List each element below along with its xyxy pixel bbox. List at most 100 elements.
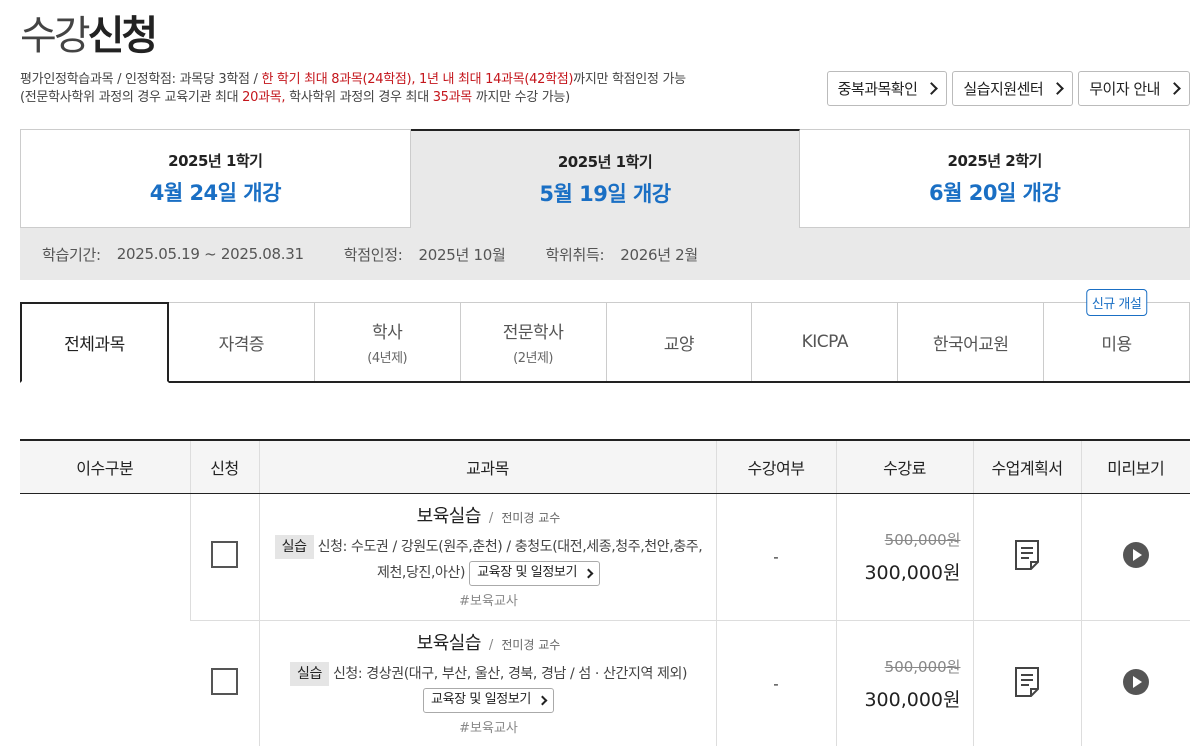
- page-title-bold: 신청: [87, 13, 159, 59]
- period-value: 2025.05.19 ~ 2025.08.31: [116, 245, 304, 263]
- tab-label: 학사: [372, 323, 403, 343]
- professor-name: 전미경 교수: [501, 511, 561, 525]
- course-desc-text: 신청: 경상권(대구, 부산, 울산, 경북, 경남 / 섬 · 산간지역 제외…: [332, 666, 688, 682]
- col-header-preview: 미리보기: [1080, 439, 1190, 494]
- chevron-right-icon: [583, 568, 594, 578]
- tab-liberal-arts[interactable]: 교양: [606, 302, 753, 381]
- category-tabs: 전체과목 자격증 학사 (4년제) 전문학사 (2년제) 교양 KICPA 한국어교…: [20, 289, 1190, 383]
- semester-tab-active[interactable]: 2025년 1학기 5월 19일 개강: [410, 129, 801, 228]
- table-row: 보육실습 / 전미경 교수 실습 신청: 수도권 / 강원도(원주,춘천) / 충청도…: [20, 493, 1190, 621]
- credit-notice: 평가인정학습과목 / 인정학점: 과목당 3학점 / 한 학기 최대 8과목(2…: [20, 71, 686, 107]
- semester-tab[interactable]: 2025년 2학기 6월 20일 개강: [800, 129, 1191, 228]
- tab-sublabel: (2년제): [513, 351, 553, 366]
- preview-cell: [1080, 493, 1190, 621]
- schedule-label: 교육장 및 일정보기: [477, 565, 578, 580]
- syllabus-document-icon[interactable]: [1013, 539, 1041, 575]
- col-header-syllabus: 수업계획서: [972, 439, 1081, 494]
- course-type-cell: [20, 493, 190, 746]
- button-label: 무이자 안내: [1089, 80, 1160, 98]
- sale-price: 300,000원: [864, 688, 961, 711]
- tab-all-courses[interactable]: 전체과목: [20, 302, 169, 383]
- tab-label: 미용: [1101, 334, 1132, 355]
- practice-center-button[interactable]: 실습지원센터: [952, 71, 1074, 106]
- fee-cell: 500,000원 300,000원: [835, 620, 973, 746]
- chevron-right-icon: [1051, 82, 1065, 95]
- semester-year: 2025년 2학기: [947, 152, 1043, 170]
- semester-year: 2025년 1학기: [557, 153, 653, 171]
- notice-highlight: 한 학기 최대 8과목(24학점), 1년 내 최대 14과목(42학점): [261, 72, 574, 87]
- tab-korean-teacher[interactable]: 한국어교원: [898, 302, 1045, 381]
- course-name: 보육실습: [416, 506, 482, 527]
- semester-open-date: 5월 19일 개강: [539, 182, 671, 206]
- tab-certificate[interactable]: 자격증: [168, 302, 315, 381]
- play-preview-icon[interactable]: [1122, 668, 1150, 700]
- original-price: 500,000원: [884, 530, 961, 549]
- col-header-status: 수강여부: [715, 439, 836, 494]
- table-row: 보육실습 / 전미경 교수 실습 신청: 경상권(대구, 부산, 울산, 경북, 경남…: [20, 620, 1190, 746]
- course-hashtag: #보육교사: [459, 721, 518, 736]
- interest-free-button[interactable]: 무이자 안내: [1078, 71, 1190, 106]
- apply-checkbox[interactable]: [211, 541, 238, 568]
- chevron-right-icon: [537, 695, 548, 705]
- new-badge: 신규 개설: [1085, 289, 1148, 316]
- duplicate-check-button[interactable]: 중복과목확인: [826, 71, 948, 106]
- button-label: 중복과목확인: [837, 80, 918, 98]
- notice-text: 평가인정학습과목 / 인정학점: 과목당 3학점 /: [20, 72, 262, 87]
- tab-label: 자격증: [218, 334, 265, 355]
- col-header-type: 이수구분: [20, 439, 190, 494]
- syllabus-cell: [972, 620, 1081, 746]
- status-cell: -: [715, 620, 836, 746]
- semester-open-date: 6월 20일 개강: [929, 181, 1061, 205]
- tab-kicpa[interactable]: KICPA: [752, 302, 899, 381]
- degree-value: 2026년 2월: [620, 245, 698, 264]
- notice-text: 까지만 학점인정 가능: [573, 72, 686, 87]
- course-name: 보육실습: [416, 633, 482, 654]
- degree-label: 학위취득:: [545, 245, 605, 264]
- period-label: 학습기간:: [42, 245, 101, 264]
- schedule-button[interactable]: 교육장 및 일정보기: [423, 687, 554, 713]
- notice-text: (전문학사학위 과정의 경우 교육기관 최대: [20, 90, 243, 105]
- syllabus-document-icon[interactable]: [1013, 666, 1041, 702]
- chevron-right-icon: [1168, 82, 1181, 95]
- tab-beauty[interactable]: 신규 개설미용: [1044, 289, 1190, 381]
- course-info-cell: 보육실습 / 전미경 교수 실습 신청: 수도권 / 강원도(원주,춘천) / 충청도…: [258, 493, 716, 621]
- separator: /: [488, 511, 494, 526]
- tab-sublabel: (4년제): [367, 351, 408, 366]
- schedule-button[interactable]: 교육장 및 일정보기: [469, 560, 601, 586]
- separator: /: [488, 638, 494, 653]
- tab-associate[interactable]: 전문학사 (2년제): [460, 302, 607, 381]
- tab-label: 교양: [663, 334, 695, 355]
- course-info-cell: 보육실습 / 전미경 교수 실습 신청: 경상권(대구, 부산, 울산, 경북, 경남…: [258, 620, 716, 746]
- tab-label: 한국어교원: [932, 334, 1009, 355]
- apply-checkbox[interactable]: [210, 668, 238, 696]
- tab-bachelor[interactable]: 학사 (4년제): [314, 302, 461, 381]
- notice-text: 까지만 수강 가능): [471, 90, 570, 105]
- tab-label: 전체과목: [64, 335, 125, 355]
- apply-cell: [190, 620, 259, 746]
- play-preview-icon[interactable]: [1122, 541, 1150, 573]
- semester-tabs: 2025년 1학기 4월 24일 개강 2025년 1학기 5월 19일 개강 …: [20, 129, 1191, 228]
- tab-label: KICPA: [801, 332, 849, 352]
- top-button-group: 중복과목확인 실습지원센터 무이자 안내: [826, 71, 1190, 106]
- professor-name: 전미경 교수: [501, 638, 561, 652]
- course-hashtag: #보육교사: [459, 594, 518, 609]
- semester-open-date: 4월 24일 개강: [149, 181, 282, 205]
- semester-tab[interactable]: 2025년 1학기 4월 24일 개강: [20, 129, 411, 228]
- sale-price: 300,000원: [864, 561, 961, 584]
- original-price: 500,000원: [884, 657, 961, 676]
- page-title-light: 수강: [20, 13, 91, 59]
- preview-cell: [1080, 620, 1190, 746]
- col-header-course: 교과목: [258, 439, 716, 494]
- course-description: 실습 신청: 경상권(대구, 부산, 울산, 경북, 경남 / 섬 · 산간지역 …: [270, 661, 708, 713]
- col-header-apply: 신청: [189, 439, 259, 494]
- notice-text: 학사학위 과정의 경우 최대: [285, 90, 433, 105]
- page-title: 수강신청: [20, 10, 159, 62]
- status-cell: -: [715, 493, 836, 621]
- course-tag: 실습: [274, 535, 314, 559]
- notice-highlight: 20과목,: [242, 90, 286, 105]
- tab-label: 전문학사: [502, 323, 564, 343]
- fee-cell: 500,000원 300,000원: [835, 493, 973, 621]
- course-description: 실습 신청: 수도권 / 강원도(원주,춘천) / 충청도(대전,세종,청주,천안…: [270, 534, 708, 586]
- button-label: 실습지원센터: [963, 80, 1044, 98]
- table-header-row: 이수구분 신청 교과목 수강여부 수강료 수업계획서 미리보기: [20, 439, 1190, 494]
